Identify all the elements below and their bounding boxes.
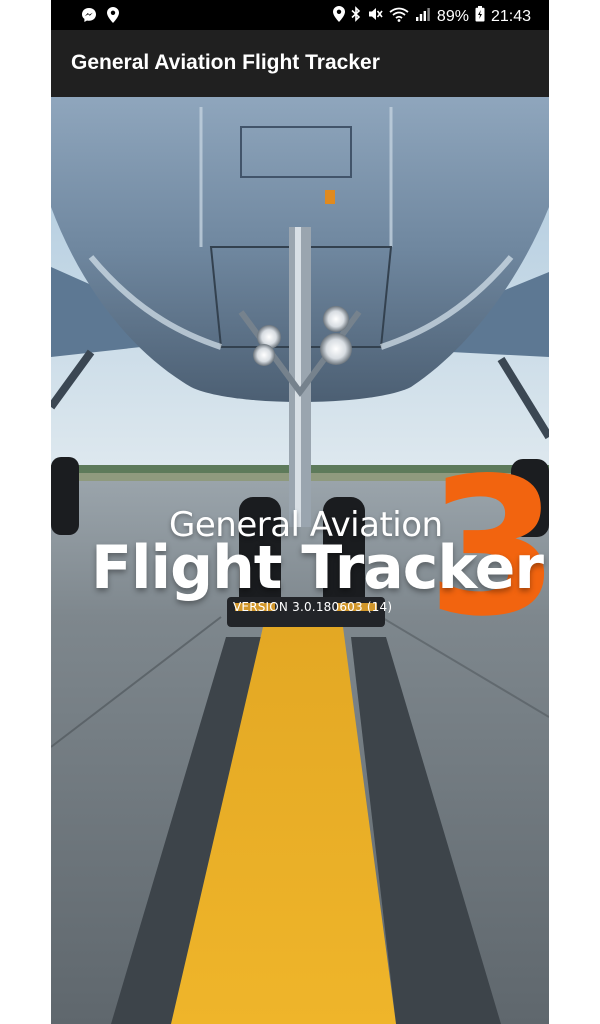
status-right-icons: 89% 21:43 bbox=[332, 6, 531, 27]
signal-icon bbox=[415, 6, 431, 27]
phone-screen: 89% 21:43 General Aviation Flight Tracke… bbox=[51, 0, 549, 1024]
splash-hero-image: 3 General Aviation Flight Tracker VERSIO… bbox=[51, 97, 549, 1024]
status-left-icons bbox=[81, 7, 119, 28]
mute-icon bbox=[367, 6, 383, 27]
bluetooth-icon bbox=[351, 6, 361, 27]
app-bar: General Aviation Flight Tracker bbox=[51, 30, 549, 97]
wifi-icon bbox=[389, 6, 409, 27]
battery-percent: 89% bbox=[436, 7, 469, 25]
battery-icon bbox=[475, 6, 485, 27]
app-title: General Aviation Flight Tracker bbox=[71, 51, 380, 74]
location-icon bbox=[332, 6, 345, 27]
status-time: 21:43 bbox=[490, 7, 531, 25]
airplane-runway-illustration bbox=[51, 97, 549, 1024]
location-icon bbox=[107, 7, 119, 28]
messenger-icon bbox=[81, 7, 97, 28]
status-bar: 89% 21:43 bbox=[51, 0, 549, 30]
